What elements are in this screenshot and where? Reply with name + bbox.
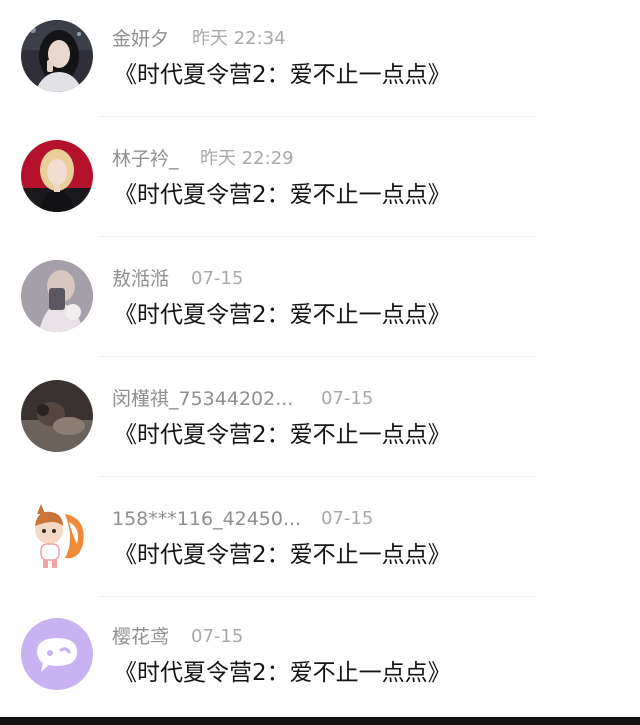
- divider: [98, 476, 536, 477]
- comment-item[interactable]: 林子衿_ 昨天 22:29 《时代夏令营2：爱不止一点点》: [0, 120, 640, 240]
- avatar[interactable]: [21, 140, 93, 212]
- avatar[interactable]: [21, 20, 93, 92]
- timestamp: 07-15: [191, 626, 244, 647]
- comment-item[interactable]: 158***116_42450... 07-15 《时代夏令营2：爱不止一点点》: [0, 480, 640, 600]
- avatar[interactable]: [21, 260, 93, 332]
- timestamp: 昨天 22:34: [192, 28, 286, 49]
- avatar[interactable]: [21, 500, 93, 572]
- avatar[interactable]: [21, 380, 93, 452]
- timestamp: 07-15: [321, 388, 374, 409]
- timestamp: 07-15: [191, 268, 244, 289]
- username[interactable]: 林子衿_: [112, 148, 179, 170]
- username[interactable]: 樱花鸢: [112, 626, 169, 648]
- avatar[interactable]: [21, 618, 93, 690]
- divider: [98, 596, 536, 597]
- comment-text: 《时代夏令营2：爱不止一点点》: [114, 62, 451, 88]
- chat-bubble-default-avatar-icon: [21, 618, 93, 690]
- blonde-girl-photo-avatar-icon: [21, 140, 93, 212]
- comment-item[interactable]: 敖湉湉 07-15 《时代夏令营2：爱不止一点点》: [0, 240, 640, 360]
- comment-text: 《时代夏令营2：爱不止一点点》: [114, 542, 451, 568]
- timestamp: 07-15: [321, 508, 374, 529]
- comment-text: 《时代夏令营2：爱不止一点点》: [114, 422, 451, 448]
- mirror-selfie-avatar-icon: [21, 260, 93, 332]
- comment-item[interactable]: 金妍夕 昨天 22:34 《时代夏令营2：爱不止一点点》: [0, 0, 640, 120]
- comment-text: 《时代夏令营2：爱不止一点点》: [114, 182, 451, 208]
- username[interactable]: 金妍夕: [112, 28, 169, 50]
- girl-photo-avatar-icon: [21, 20, 93, 92]
- comment-text: 《时代夏令营2：爱不止一点点》: [114, 302, 451, 328]
- username[interactable]: 闵槿祺_75344202...: [112, 388, 293, 410]
- comment-text: 《时代夏令营2：爱不止一点点》: [114, 660, 451, 686]
- timestamp: 昨天 22:29: [200, 148, 294, 169]
- comment-list: 金妍夕 昨天 22:34 《时代夏令营2：爱不止一点点》 林子衿_ 昨天 22:…: [0, 0, 640, 717]
- username[interactable]: 敖湉湉: [112, 268, 169, 290]
- comment-item[interactable]: 樱花鸢 07-15 《时代夏令营2：爱不止一点点》: [0, 598, 640, 718]
- bottom-edge-bar: [0, 717, 640, 725]
- divider: [98, 116, 536, 117]
- cartoon-fox-avatar-icon: [21, 500, 93, 572]
- dark-photo-avatar-icon: [21, 380, 93, 452]
- divider: [98, 236, 536, 237]
- comment-item[interactable]: 闵槿祺_75344202... 07-15 《时代夏令营2：爱不止一点点》: [0, 360, 640, 480]
- divider: [98, 356, 536, 357]
- username[interactable]: 158***116_42450...: [112, 508, 301, 530]
